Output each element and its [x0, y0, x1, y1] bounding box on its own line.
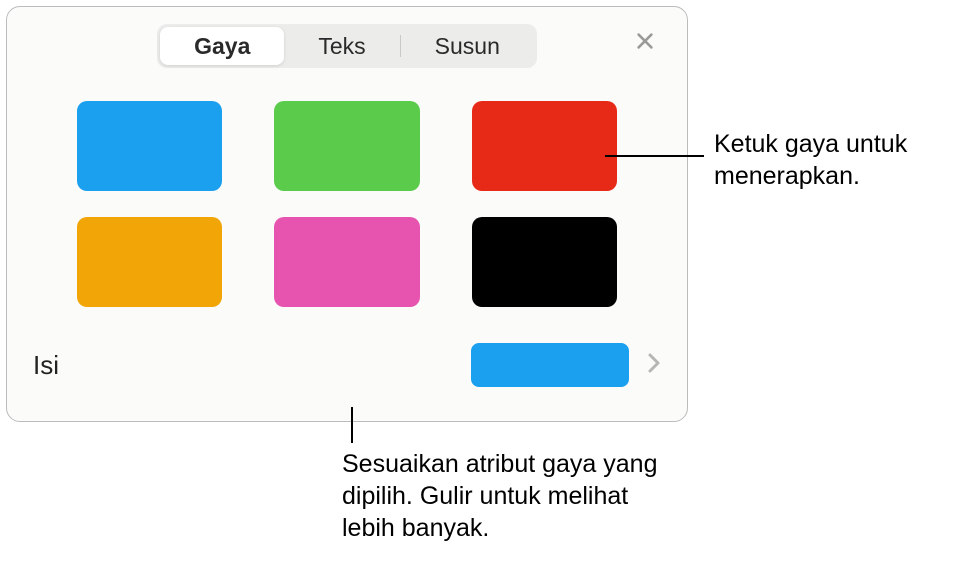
- tab-text-label: Teks: [318, 33, 365, 60]
- callout-connector: [605, 155, 704, 157]
- close-icon: [634, 30, 656, 57]
- callout-connector: [351, 407, 353, 443]
- fill-disclosure[interactable]: [647, 351, 661, 380]
- tab-text[interactable]: Teks: [284, 27, 399, 65]
- style-swatch[interactable]: [472, 217, 617, 307]
- panel-header: Gaya Teks Susun: [7, 7, 687, 71]
- fill-label: Isi: [33, 350, 59, 381]
- callout-adjust-attributes: Sesuaikan atribut gaya yang dipilih. Gul…: [342, 448, 662, 544]
- chevron-right-icon: [647, 351, 661, 380]
- tab-style[interactable]: Gaya: [160, 27, 284, 65]
- fill-color-swatch[interactable]: [471, 343, 629, 387]
- fill-row[interactable]: Isi: [7, 325, 687, 387]
- format-inspector-panel: Gaya Teks Susun Isi: [6, 6, 688, 422]
- tab-style-label: Gaya: [194, 33, 250, 60]
- style-swatch[interactable]: [472, 101, 617, 191]
- style-swatch-grid: [7, 71, 687, 325]
- style-swatch[interactable]: [274, 217, 419, 307]
- fill-right-group: [471, 343, 661, 387]
- callout-apply-style: Ketuk gaya untuk menerapkan.: [714, 128, 944, 192]
- tab-segmented-control: Gaya Teks Susun: [157, 24, 537, 68]
- close-button[interactable]: [631, 29, 659, 57]
- tab-arrange[interactable]: Susun: [401, 27, 534, 65]
- tab-arrange-label: Susun: [435, 33, 500, 60]
- style-swatch[interactable]: [77, 101, 222, 191]
- style-swatch[interactable]: [274, 101, 419, 191]
- style-swatch[interactable]: [77, 217, 222, 307]
